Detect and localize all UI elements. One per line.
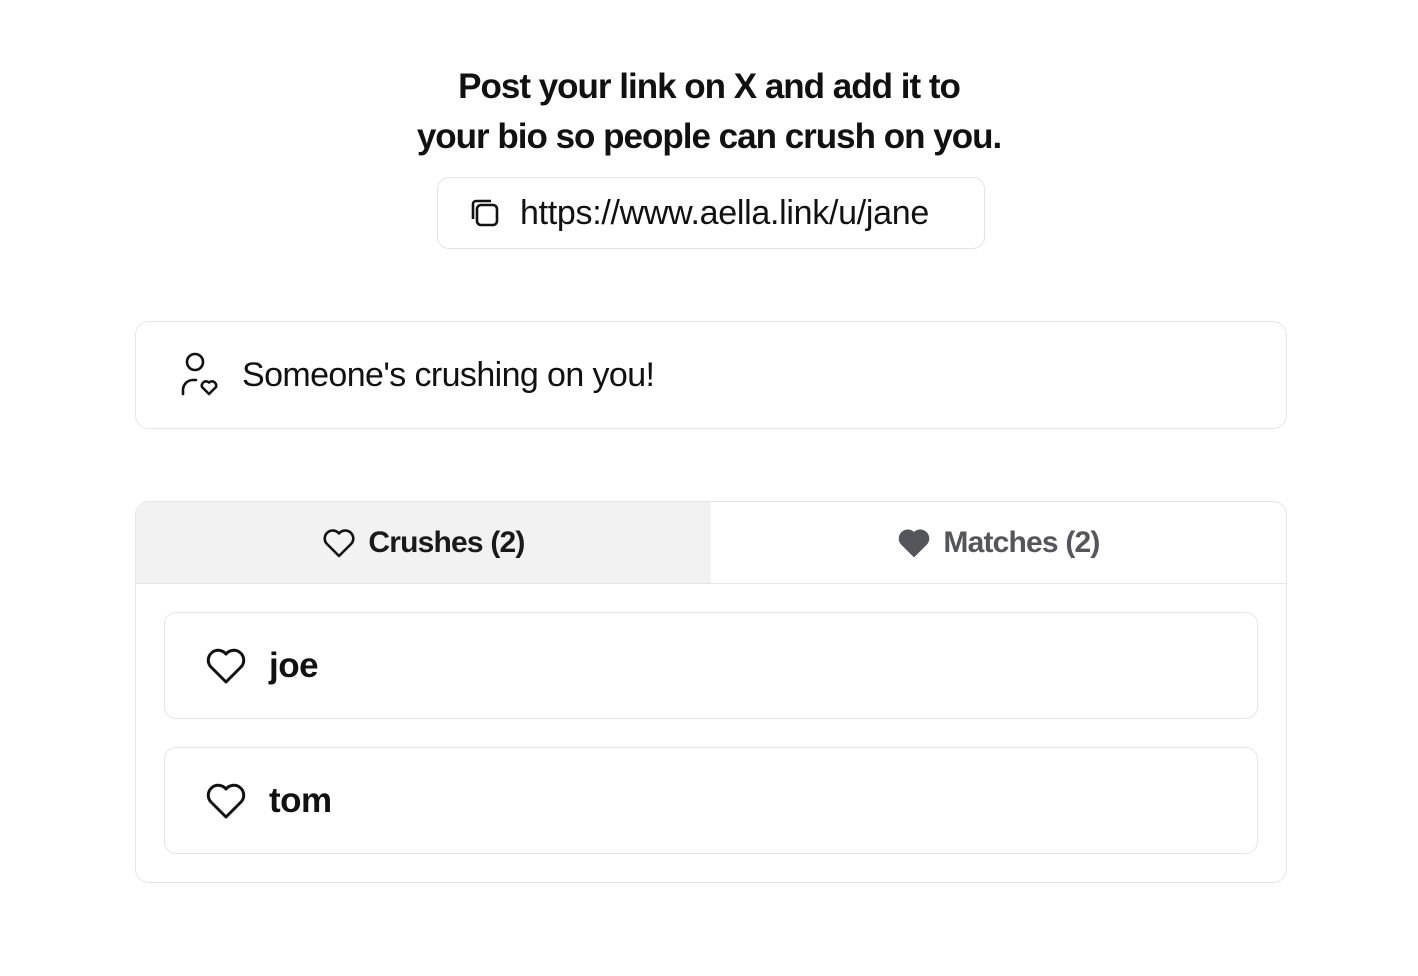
copy-icon <box>468 196 502 230</box>
heart-outline-icon <box>205 782 247 820</box>
crush-notice-text: Someone's crushing on you! <box>242 355 655 394</box>
tab-crushes-label: Crushes (2) <box>368 525 525 559</box>
page: Post your link on X and add it to your b… <box>0 0 1418 976</box>
list-item[interactable]: tom <box>164 747 1258 854</box>
instructions-line-1: Post your link on X and add it to <box>458 67 961 106</box>
user-heart-icon <box>180 352 222 398</box>
list-item[interactable]: joe <box>164 612 1258 719</box>
share-link-url: https://www.aella.link/u/jane <box>520 193 929 232</box>
heart-filled-icon <box>897 527 931 559</box>
copy-link-button[interactable]: https://www.aella.link/u/jane <box>437 177 985 249</box>
heart-outline-icon <box>205 647 247 685</box>
tab-matches[interactable]: Matches (2) <box>711 502 1286 583</box>
heart-outline-icon <box>322 527 356 559</box>
crush-name: joe <box>269 645 319 685</box>
crushes-list: joe tom <box>136 584 1286 854</box>
crushes-matches-panel: Crushes (2) Matches (2) joe tom <box>135 501 1287 883</box>
tab-bar: Crushes (2) Matches (2) <box>136 502 1286 584</box>
tab-matches-label: Matches (2) <box>943 525 1100 559</box>
instructions-heading: Post your link on X and add it to your b… <box>0 62 1418 162</box>
tab-crushes[interactable]: Crushes (2) <box>136 502 711 583</box>
crush-notice: Someone's crushing on you! <box>135 321 1287 429</box>
instructions-line-2: your bio so people can crush on you. <box>416 117 1002 156</box>
crush-name: tom <box>269 780 332 820</box>
